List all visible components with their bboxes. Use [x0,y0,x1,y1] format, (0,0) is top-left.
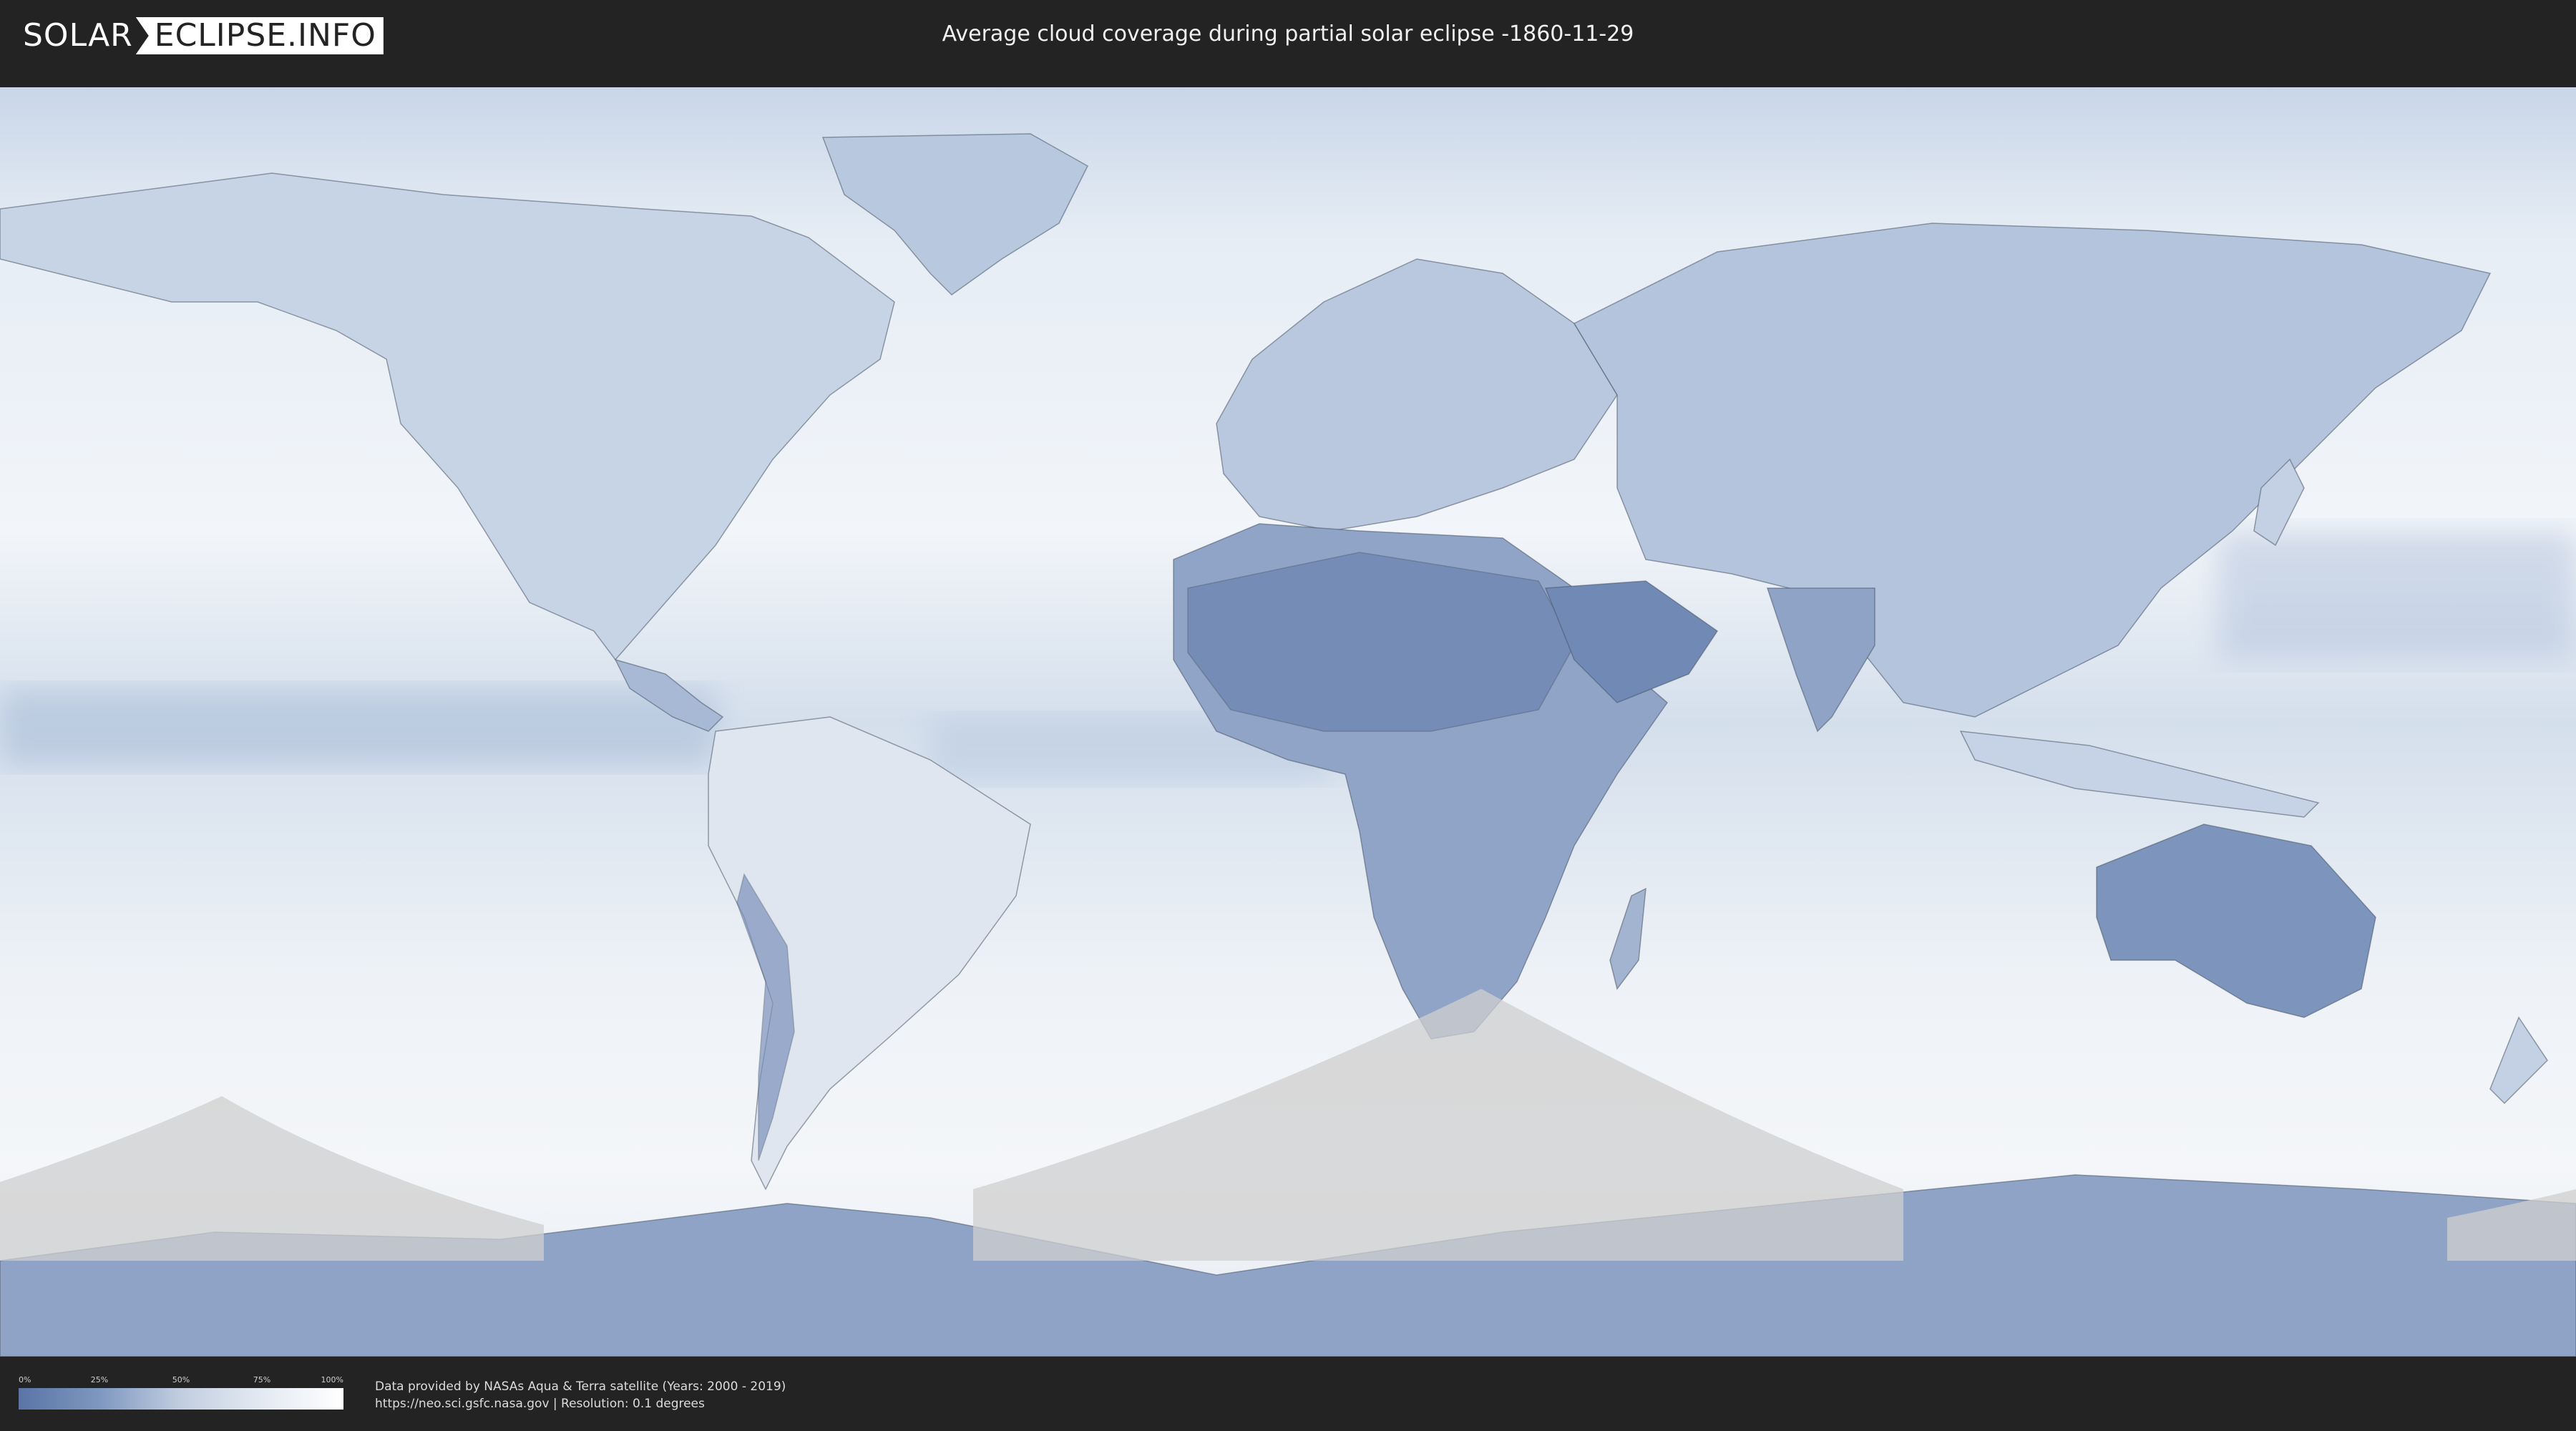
header-bar: SOLAR ECLIPSE.INFO Average cloud coverag… [0,0,2576,70]
legend-tick-0: 0% [19,1375,31,1384]
sahara-clear-sky [1187,552,1575,732]
world-map-svg [0,87,2576,1357]
legend-tick-75: 75% [253,1375,271,1384]
site-logo[interactable]: SOLAR ECLIPSE.INFO [23,17,384,54]
credits-line-url[interactable]: https://neo.sci.gsfc.nasa.gov | Resoluti… [375,1395,786,1412]
legend-tick-50: 50% [172,1375,190,1384]
cloud-coverage-legend: 0% 25% 50% 75% 100% [19,1375,343,1415]
legend-tick-100: 100% [321,1375,343,1384]
equatorial-cloud-band-west-pacific [2218,531,2576,660]
credits-line-source: Data provided by NASAs Aqua & Terra sate… [375,1379,786,1394]
page-title: Average cloud coverage during partial so… [942,21,1634,47]
equatorial-cloud-band-pacific [0,688,716,767]
logo-text-solar: SOLAR [23,17,133,54]
cloud-coverage-map [0,87,2576,1357]
data-credits: Data provided by NASAs Aqua & Terra sate… [375,1378,786,1412]
legend-tick-25: 25% [90,1375,109,1384]
logo-text-eclipse-info: ECLIPSE.INFO [135,17,384,54]
legend-gradient-bar [19,1388,343,1410]
